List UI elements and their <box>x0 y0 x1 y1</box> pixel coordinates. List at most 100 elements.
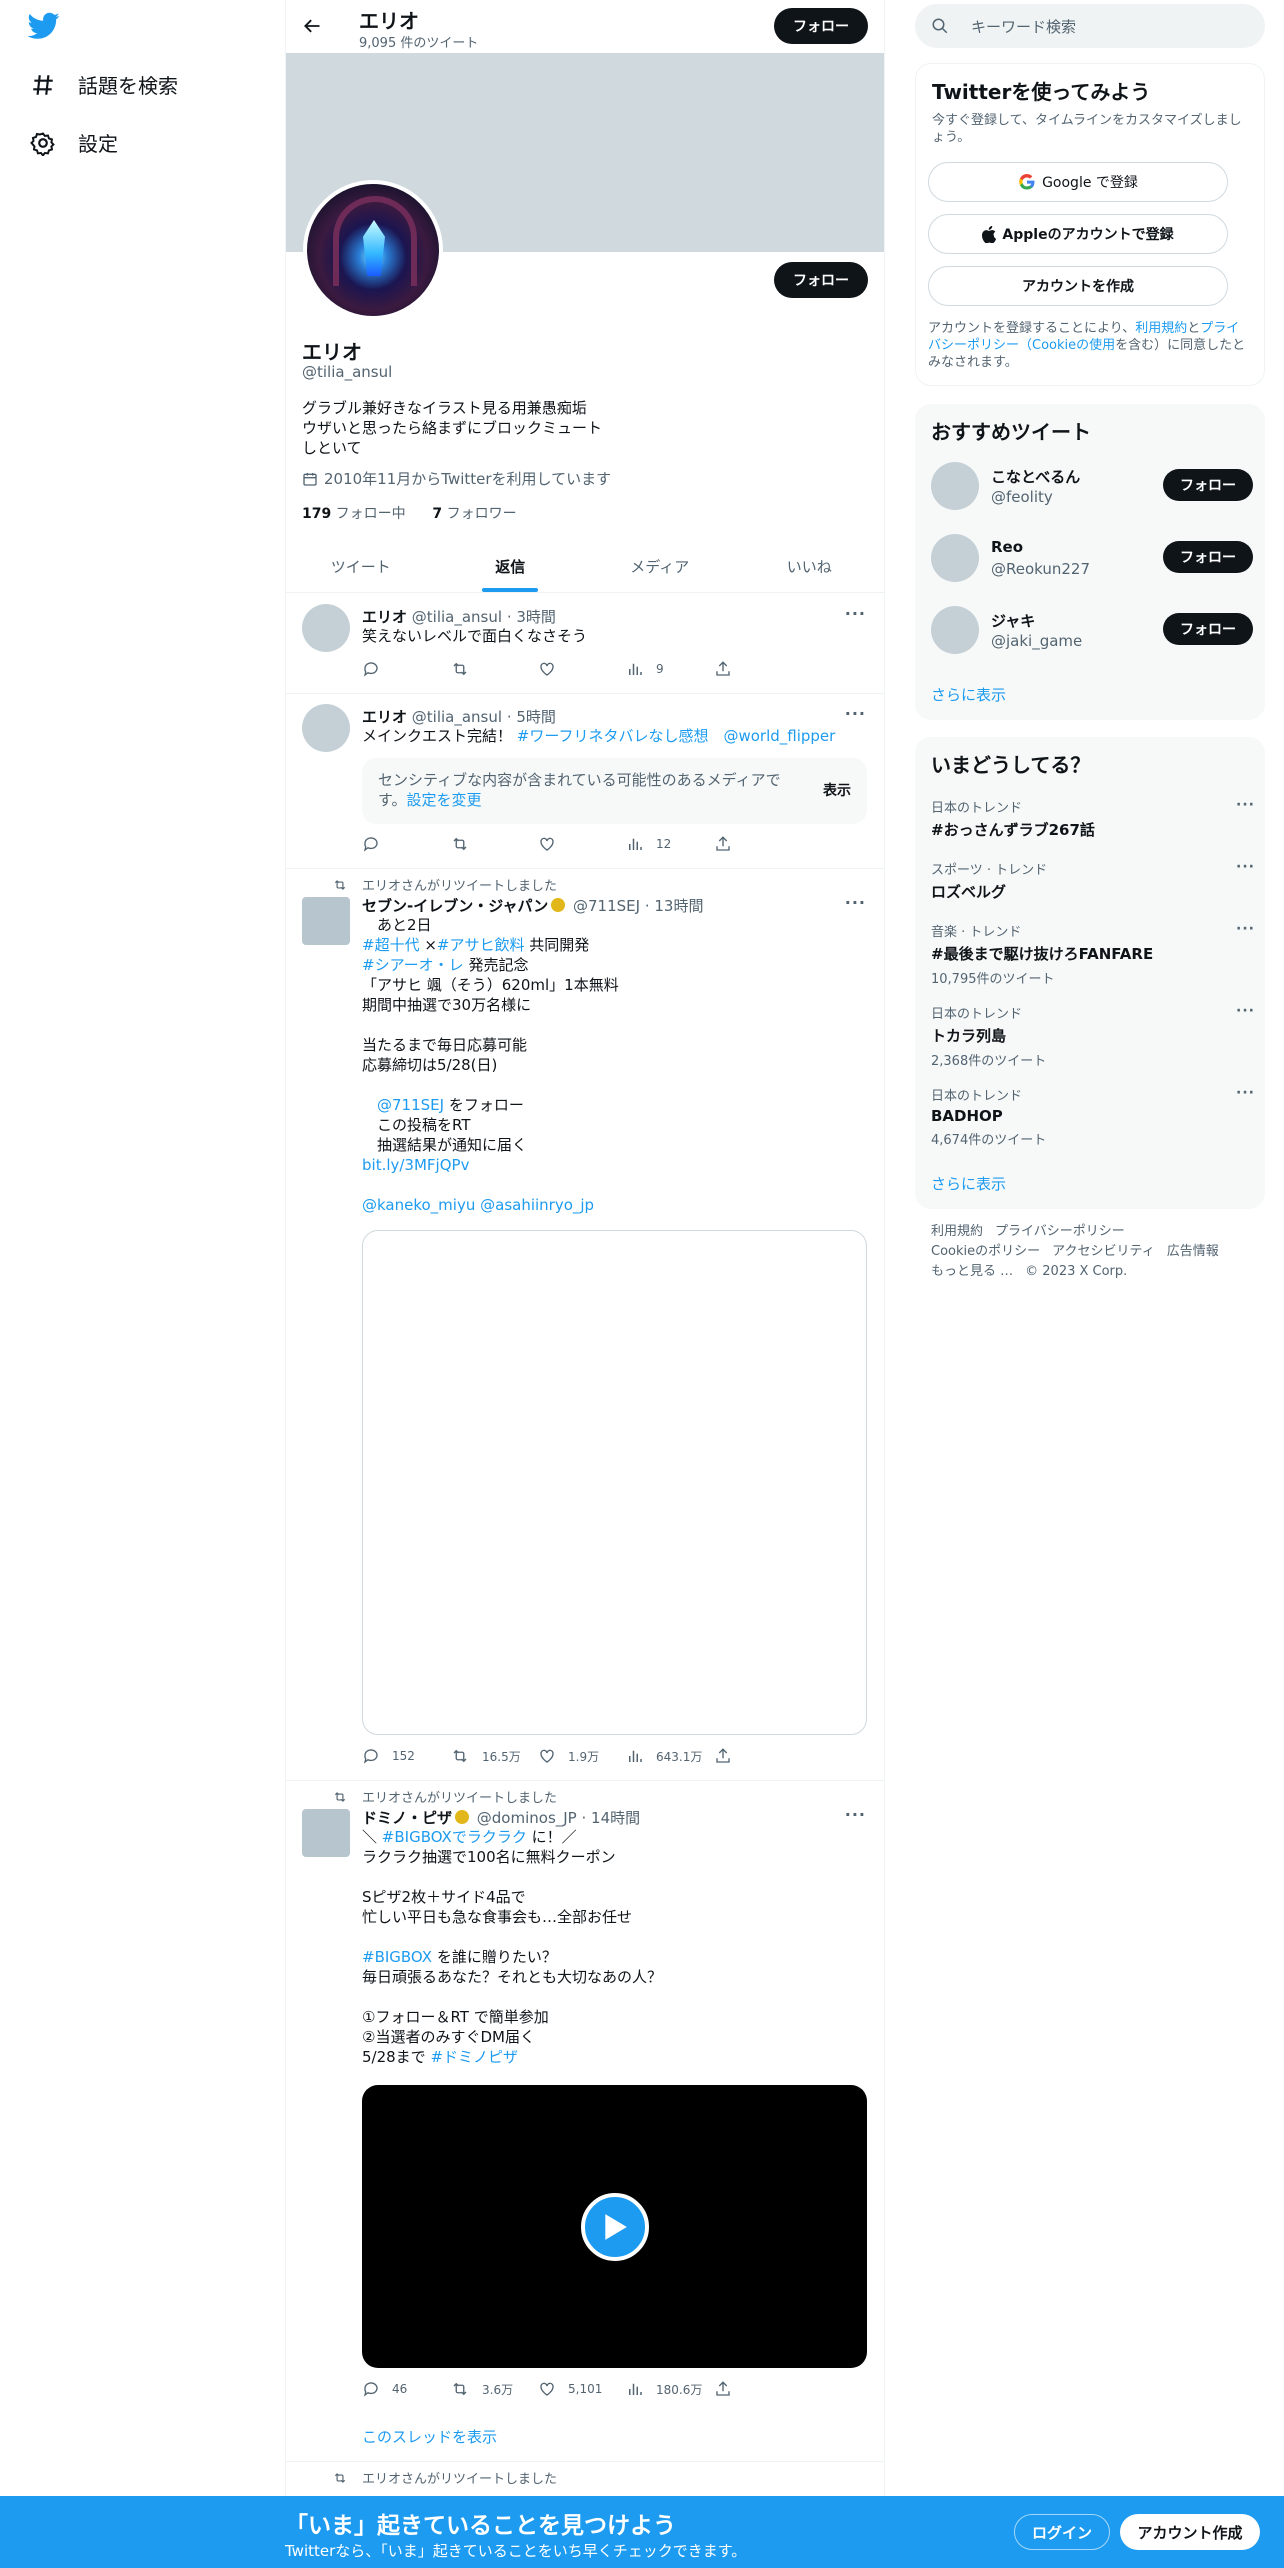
trend-item[interactable]: 日本のトレンド トカラ列島 2,368件のツイート ··· <box>931 1003 1254 1069</box>
tab-media[interactable]: メディア <box>585 540 735 592</box>
header-follow-button[interactable]: フォロー <box>774 8 868 44</box>
more-icon[interactable]: ··· <box>1236 859 1255 875</box>
avatar[interactable] <box>302 897 350 945</box>
follow-button[interactable]: フォロー <box>1163 469 1253 501</box>
more-icon[interactable]: ··· <box>1236 1085 1255 1101</box>
tab-likes[interactable]: いいね <box>735 540 885 592</box>
apple-icon <box>982 225 997 243</box>
like-button[interactable] <box>538 660 626 678</box>
avatar[interactable] <box>931 462 979 510</box>
avatar[interactable] <box>931 534 979 582</box>
share-button[interactable] <box>714 660 802 678</box>
create-account-button[interactable]: アカウントを作成 <box>928 266 1228 306</box>
mention-link[interactable]: @711SEJ <box>377 1096 444 1114</box>
recommended-user[interactable]: Reo @Reokun227 フォロー <box>931 534 1253 584</box>
footer-privacy-link[interactable]: プライバシーポリシー <box>995 1224 1125 1239</box>
search-icon <box>932 18 948 34</box>
trend-item[interactable]: 日本のトレンド BADHOP 4,674件のツイート ··· <box>931 1085 1254 1148</box>
hashtag-link[interactable]: #超十代 <box>362 936 420 954</box>
hashtag-link[interactable]: #ドミノピザ <box>430 2048 518 2066</box>
more-icon[interactable]: ··· <box>845 704 866 723</box>
recommended-user[interactable]: ジャキ @jaki_game フォロー <box>931 606 1253 656</box>
terms-link[interactable]: 利用規約 <box>1135 321 1187 336</box>
more-icon[interactable]: ··· <box>1236 797 1255 813</box>
retweet-button[interactable]: 16.5万 <box>450 1747 538 1765</box>
trend-item[interactable]: スポーツ · トレンド ロズベルグ ··· <box>931 859 1254 902</box>
tweet[interactable]: エリオさんがリツイートしました <box>286 2462 884 2496</box>
hashtag-link[interactable]: #アサヒ飲料 <box>437 936 525 954</box>
show-thread-link[interactable]: このスレッドを表示 <box>362 2426 497 2447</box>
like-button[interactable] <box>538 835 626 853</box>
views-button[interactable]: 12 <box>626 835 714 853</box>
tweet[interactable]: エリオ @tilia_ansul · 3時間 ··· 笑えないレベルで面白くなさ… <box>286 594 884 694</box>
share-button[interactable] <box>714 835 802 853</box>
nav-settings[interactable]: 設定 <box>30 128 118 157</box>
following-link[interactable]: 179 フォロー中 <box>302 506 406 522</box>
trend-item[interactable]: 日本のトレンド #おっさんずラブ267話 ··· <box>931 797 1254 840</box>
twitter-logo-icon[interactable] <box>27 12 60 44</box>
avatar[interactable] <box>931 606 979 654</box>
profile-follow-button[interactable]: フォロー <box>774 262 868 298</box>
footer-cookie-link[interactable]: Cookieのポリシー <box>931 1244 1040 1259</box>
footer-terms-link[interactable]: 利用規約 <box>931 1224 983 1239</box>
reply-button[interactable]: 46 <box>362 2380 450 2398</box>
avatar[interactable] <box>302 604 350 652</box>
share-button[interactable] <box>714 1747 802 1765</box>
views-button[interactable]: 643.1万 <box>626 1747 714 1765</box>
like-button[interactable]: 5,101 <box>538 2380 626 2398</box>
avatar[interactable] <box>302 704 350 752</box>
mention-link[interactable]: @asahiinryo_jp <box>480 1196 594 1214</box>
tab-replies[interactable]: 返信 <box>436 540 586 592</box>
nav-explore[interactable]: 話題を検索 <box>30 70 178 99</box>
more-icon[interactable]: ··· <box>1236 921 1255 937</box>
followers-link[interactable]: 7 フォロワー <box>432 506 516 522</box>
search-input[interactable]: キーワード検索 <box>915 4 1265 48</box>
footer-more-link[interactable]: もっと見る … <box>931 1264 1013 1279</box>
recommended-user[interactable]: こなとべるん @feolity フォロー <box>931 462 1253 512</box>
google-signup-button[interactable]: Google で登録 <box>928 162 1228 202</box>
tweet-media[interactable] <box>362 1230 867 1735</box>
back-arrow-icon[interactable] <box>302 16 322 36</box>
reply-button[interactable] <box>362 835 450 853</box>
retweet-button[interactable] <box>450 835 538 853</box>
retweet-icon <box>453 2382 467 2396</box>
hashtag-link[interactable]: #BIGBOX <box>362 1948 432 1966</box>
hashtag-link[interactable]: #ワーフリネタバレなし感想 <box>517 727 709 745</box>
follow-button[interactable]: フォロー <box>1163 541 1253 573</box>
views-button[interactable]: 180.6万 <box>626 2380 714 2398</box>
more-icon[interactable]: ··· <box>845 604 866 623</box>
tab-tweets[interactable]: ツイート <box>286 540 436 592</box>
trend-item[interactable]: 音楽 · トレンド #最後まで駆け抜けろFANFARE 10,795件のツイート ·… <box>931 921 1254 987</box>
more-icon[interactable]: ··· <box>845 893 866 912</box>
url-link[interactable]: bit.ly/3MFjQPv <box>362 1156 469 1174</box>
like-button[interactable]: 1.9万 <box>538 1747 626 1765</box>
hashtag-link[interactable]: #シアーオ・レ <box>362 956 464 974</box>
retweet-button[interactable]: 3.6万 <box>450 2380 538 2398</box>
retweet-button[interactable] <box>450 660 538 678</box>
reply-button[interactable]: 152 <box>362 1747 450 1765</box>
signup-button[interactable]: アカウント作成 <box>1120 2514 1260 2550</box>
show-media-button[interactable]: 表示 <box>823 780 851 800</box>
follow-button[interactable]: フォロー <box>1163 613 1253 645</box>
login-button[interactable]: ログイン <box>1014 2514 1110 2550</box>
avatar[interactable] <box>302 1809 350 1857</box>
more-icon[interactable]: ··· <box>845 1805 866 1824</box>
hashtag-link[interactable]: #BIGBOXでラクラク <box>382 1828 527 1846</box>
reply-button[interactable] <box>362 660 450 678</box>
show-more-link[interactable]: さらに表示 <box>931 684 1006 705</box>
footer-ads-link[interactable]: 広告情報 <box>1167 1244 1219 1259</box>
tweet-video[interactable] <box>362 2085 867 2368</box>
share-button[interactable] <box>714 2380 802 2398</box>
mention-link[interactable]: @world_flipper <box>723 727 835 745</box>
play-icon[interactable] <box>581 2193 649 2261</box>
change-settings-link[interactable]: 設定を変更 <box>407 791 482 809</box>
footer-accessibility-link[interactable]: アクセシビリティ <box>1052 1244 1155 1259</box>
profile-avatar[interactable] <box>303 180 443 320</box>
more-icon[interactable]: ··· <box>1236 1003 1255 1019</box>
mention-link[interactable]: @kaneko_miyu <box>362 1196 475 1214</box>
bottom-bar-title: 「いま」起きていることを見つけよう <box>285 2513 676 2539</box>
show-more-link[interactable]: さらに表示 <box>931 1173 1006 1194</box>
tweet-header: エリオ @tilia_ansul · 5時間 <box>362 708 556 726</box>
apple-signup-button[interactable]: Appleのアカウントで登録 <box>928 214 1228 254</box>
views-button[interactable]: 9 <box>626 660 714 678</box>
